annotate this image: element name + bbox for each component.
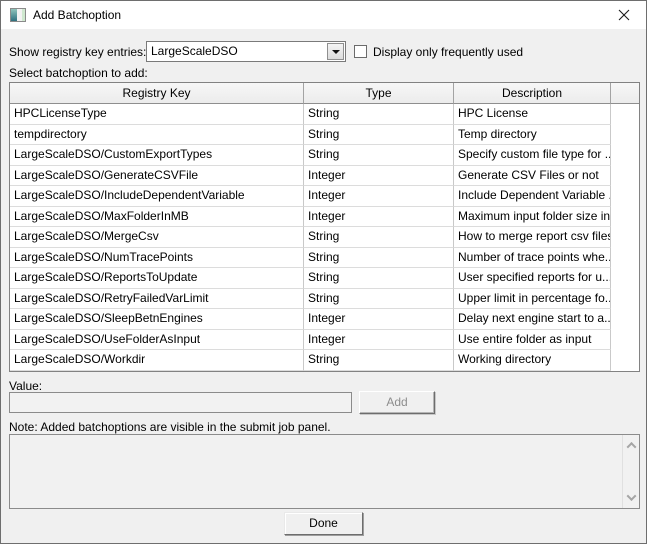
- registry-entries-select[interactable]: LargeScaleDSO: [146, 41, 346, 62]
- table-row[interactable]: LargeScaleDSO/NumTracePoints String Numb…: [10, 247, 639, 268]
- cell-registry-key: LargeScaleDSO/IncludeDependentVariable: [10, 186, 304, 207]
- table-header: Registry Key Type Description: [10, 83, 639, 104]
- cell-registry-key: LargeScaleDSO/UseFolderAsInput: [10, 329, 304, 350]
- cell-description: Use entire folder as input: [454, 329, 611, 350]
- batchoption-table: Registry Key Type Description HPCLicense…: [9, 82, 640, 372]
- cell-registry-key: LargeScaleDSO/Workdir: [10, 350, 304, 371]
- cell-type: Integer: [304, 165, 454, 186]
- cell-type: Integer: [304, 309, 454, 330]
- cell-registry-key: LargeScaleDSO/MergeCsv: [10, 227, 304, 248]
- frequently-used-checkbox-label[interactable]: Display only frequently used: [373, 44, 523, 60]
- cell-description: HPC License: [454, 104, 611, 125]
- cell-type: Integer: [304, 329, 454, 350]
- cell-registry-key: LargeScaleDSO/SleepBetnEngines: [10, 309, 304, 330]
- frequently-used-checkbox[interactable]: [354, 45, 367, 58]
- title-bar: Add Batchoption: [1, 1, 646, 29]
- cell-description: Upper limit in percentage fo...: [454, 288, 611, 309]
- table-row[interactable]: LargeScaleDSO/UseFolderAsInput Integer U…: [10, 329, 639, 350]
- table-row[interactable]: HPCLicenseType String HPC License: [10, 104, 639, 125]
- value-input[interactable]: [9, 392, 352, 413]
- close-button[interactable]: [601, 1, 646, 29]
- add-button[interactable]: Add: [359, 391, 435, 414]
- chevron-down-icon: [331, 49, 340, 54]
- cell-registry-key: LargeScaleDSO/ReportsToUpdate: [10, 268, 304, 289]
- cell-registry-key: LargeScaleDSO/NumTracePoints: [10, 247, 304, 268]
- chevron-down-icon: [626, 491, 637, 502]
- added-batchoptions-box: [9, 434, 640, 509]
- column-header-type[interactable]: Type: [304, 83, 454, 104]
- registry-entries-dropdown-button[interactable]: [327, 43, 344, 60]
- cell-description: Temp directory: [454, 124, 611, 145]
- cell-type: Integer: [304, 186, 454, 207]
- cell-description: Specify custom file type for ...: [454, 145, 611, 166]
- table-row[interactable]: LargeScaleDSO/MaxFolderInMB Integer Maxi…: [10, 206, 639, 227]
- cell-type: String: [304, 124, 454, 145]
- table-row[interactable]: LargeScaleDSO/RetryFailedVarLimit String…: [10, 288, 639, 309]
- cell-type: String: [304, 288, 454, 309]
- registry-entries-selected-value: LargeScaleDSO: [151, 44, 238, 58]
- column-header-description[interactable]: Description: [454, 83, 611, 104]
- cell-registry-key: LargeScaleDSO/GenerateCSVFile: [10, 165, 304, 186]
- cell-type: String: [304, 104, 454, 125]
- note-label: Note: Added batchoptions are visible in …: [9, 420, 331, 434]
- column-header-registry-key[interactable]: Registry Key: [10, 83, 304, 104]
- cell-type: String: [304, 268, 454, 289]
- cell-description: Generate CSV Files or not: [454, 165, 611, 186]
- cell-registry-key: HPCLicenseType: [10, 104, 304, 125]
- table-row[interactable]: tempdirectory String Temp directory: [10, 124, 639, 145]
- table-row[interactable]: LargeScaleDSO/GenerateCSVFile Integer Ge…: [10, 165, 639, 186]
- cell-description: User specified reports for u...: [454, 268, 611, 289]
- table-row[interactable]: LargeScaleDSO/CustomExportTypes String S…: [10, 145, 639, 166]
- app-icon: [10, 8, 26, 22]
- table-body: HPCLicenseType String HPC License tempdi…: [10, 104, 639, 371]
- cell-type: String: [304, 227, 454, 248]
- cell-description: Include Dependent Variable ...: [454, 186, 611, 207]
- cell-registry-key: tempdirectory: [10, 124, 304, 145]
- chevron-up-icon: [626, 441, 637, 452]
- cell-registry-key: LargeScaleDSO/RetryFailedVarLimit: [10, 288, 304, 309]
- cell-registry-key: LargeScaleDSO/CustomExportTypes: [10, 145, 304, 166]
- column-header-spare: [611, 83, 639, 104]
- vertical-scrollbar[interactable]: [622, 435, 639, 508]
- table-row[interactable]: LargeScaleDSO/MergeCsv String How to mer…: [10, 227, 639, 248]
- add-batchoption-dialog: Add Batchoption Show registry key entrie…: [0, 0, 647, 544]
- cell-type: String: [304, 145, 454, 166]
- cell-description: Working directory: [454, 350, 611, 371]
- close-icon: [618, 9, 629, 21]
- table-row[interactable]: LargeScaleDSO/ReportsToUpdate String Use…: [10, 268, 639, 289]
- registry-entries-label: Show registry key entries:: [9, 45, 147, 59]
- scroll-up-button[interactable]: [623, 437, 640, 454]
- cell-description: Delay next engine start to a...: [454, 309, 611, 330]
- done-button[interactable]: Done: [284, 512, 363, 535]
- cell-description: Number of trace points whe...: [454, 247, 611, 268]
- scroll-down-button[interactable]: [623, 489, 640, 506]
- cell-type: String: [304, 350, 454, 371]
- window-title: Add Batchoption: [33, 8, 122, 22]
- app-icon-right-pane: [22, 9, 25, 21]
- select-batchoption-label: Select batchoption to add:: [9, 66, 148, 80]
- cell-description: How to merge report csv files: [454, 227, 611, 248]
- cell-registry-key: LargeScaleDSO/MaxFolderInMB: [10, 206, 304, 227]
- table-row[interactable]: LargeScaleDSO/Workdir String Working dir…: [10, 350, 639, 371]
- table-row[interactable]: LargeScaleDSO/IncludeDependentVariable I…: [10, 186, 639, 207]
- cell-description: Maximum input folder size in...: [454, 206, 611, 227]
- cell-type: Integer: [304, 206, 454, 227]
- table-row[interactable]: LargeScaleDSO/SleepBetnEngines Integer D…: [10, 309, 639, 330]
- cell-type: String: [304, 247, 454, 268]
